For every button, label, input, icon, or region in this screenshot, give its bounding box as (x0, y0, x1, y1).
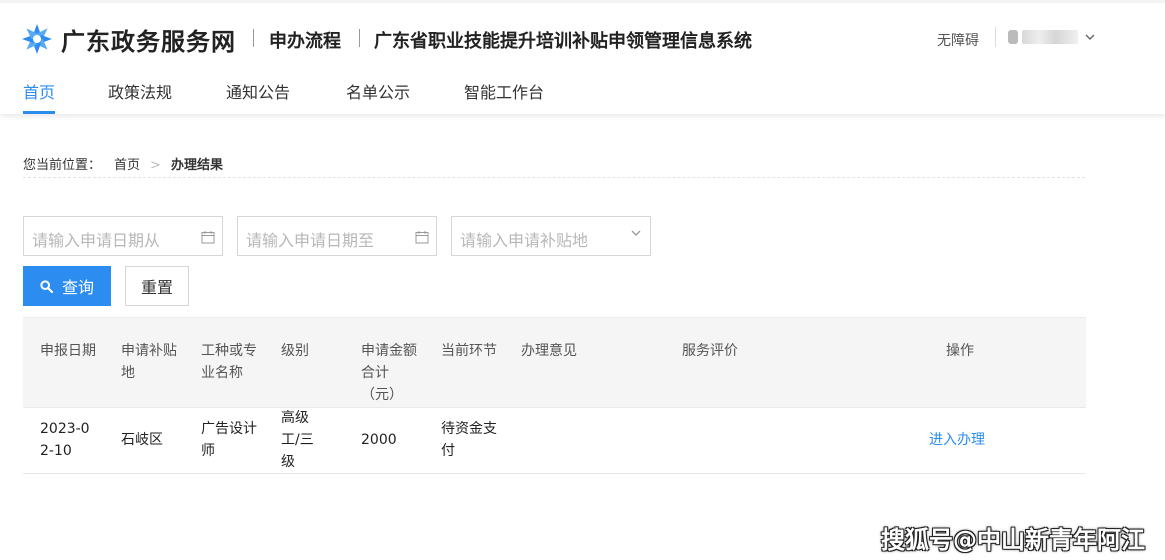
table-row: 2023-02-10 石岐区 广告设计师 高级工/三级 2000 待资金支付 进… (23, 407, 1086, 474)
calendar-icon[interactable] (415, 230, 429, 244)
header-divider (253, 29, 254, 47)
col-header-stage: 当前环节 (441, 343, 497, 359)
avatar (1008, 30, 1018, 44)
top-border (0, 0, 1165, 3)
query-button[interactable]: 查询 (23, 266, 111, 306)
cell-stage: 待资金支付 (441, 421, 497, 459)
site-name[interactable]: 广东政务服务网 (61, 22, 236, 57)
col-header-level: 级别 (281, 343, 309, 359)
breadcrumb-current: 办理结果 (170, 158, 223, 173)
date-to-placeholder: 请输入申请日期至 (246, 231, 375, 250)
cell-region: 石岐区 (121, 432, 163, 448)
chevron-down-icon (1085, 34, 1095, 40)
breadcrumb: 您当前位置： 首页 > 办理结果 (23, 154, 223, 173)
col-header-region: 申请补贴地 (121, 343, 177, 381)
col-header-opinion: 办理意见 (521, 343, 577, 359)
breadcrumb-separator: > (150, 158, 161, 173)
cell-amount: 2000 (361, 432, 397, 448)
cell-date: 2023-02-10 (40, 421, 90, 459)
query-button-label: 查询 (61, 278, 94, 297)
col-header-amount: 申请金额合计（元） (361, 343, 417, 403)
col-header-action: 操作 (946, 343, 974, 359)
system-title: 广东省职业技能提升培训补贴申领管理信息系统 (374, 31, 752, 52)
section-title: 申办流程 (269, 31, 341, 52)
gov-logo-icon[interactable] (22, 24, 52, 54)
nav-item-public-list[interactable]: 名单公示 (346, 79, 410, 103)
username-blurred (1022, 30, 1078, 44)
breadcrumb-divider (23, 177, 1085, 178)
nav-item-home[interactable]: 首页 (23, 79, 55, 103)
col-header-occupation: 工种或专业名称 (201, 343, 257, 381)
col-header-date: 申报日期 (40, 343, 96, 359)
cell-level: 高级工/三级 (281, 410, 314, 470)
cell-occupation: 广告设计师 (201, 421, 257, 459)
date-to-input[interactable]: 请输入申请日期至 (237, 216, 437, 256)
nav-item-policies[interactable]: 政策法规 (108, 79, 172, 103)
user-menu[interactable] (1008, 30, 1096, 44)
date-from-placeholder: 请输入申请日期从 (32, 231, 161, 250)
header-divider (359, 29, 360, 47)
date-from-input[interactable]: 请输入申请日期从 (23, 216, 223, 256)
search-icon (40, 279, 53, 293)
enter-processing-link[interactable]: 进入办理 (929, 429, 1009, 451)
watermark: 搜狐号@中山新青年阿江 (881, 526, 1145, 554)
nav-item-notices[interactable]: 通知公告 (226, 79, 290, 103)
col-header-evaluation: 服务评价 (682, 343, 738, 359)
main-nav: 首页 政策法规 通知公告 名单公示 智能工作台 (0, 74, 1165, 114)
reset-button[interactable]: 重置 (125, 266, 189, 306)
chevron-down-icon (631, 230, 641, 236)
header-divider (995, 27, 996, 47)
accessibility-link[interactable]: 无障碍 (937, 30, 979, 50)
site-header: 广东政务服务网 申办流程 广东省职业技能提升培训补贴申领管理信息系统 无障碍 首… (0, 0, 1165, 114)
calendar-icon[interactable] (201, 230, 215, 244)
region-placeholder: 请输入申请补贴地 (460, 231, 589, 250)
breadcrumb-prefix: 您当前位置： (23, 158, 102, 173)
breadcrumb-home[interactable]: 首页 (114, 154, 140, 173)
nav-active-underline (23, 111, 55, 114)
nav-item-workbench[interactable]: 智能工作台 (464, 79, 544, 103)
table-header: 申报日期 申请补贴地 工种或专业名称 级别 申请金额合计（元） 当前环节 办理意… (23, 317, 1086, 407)
region-select[interactable]: 请输入申请补贴地 (451, 216, 651, 256)
